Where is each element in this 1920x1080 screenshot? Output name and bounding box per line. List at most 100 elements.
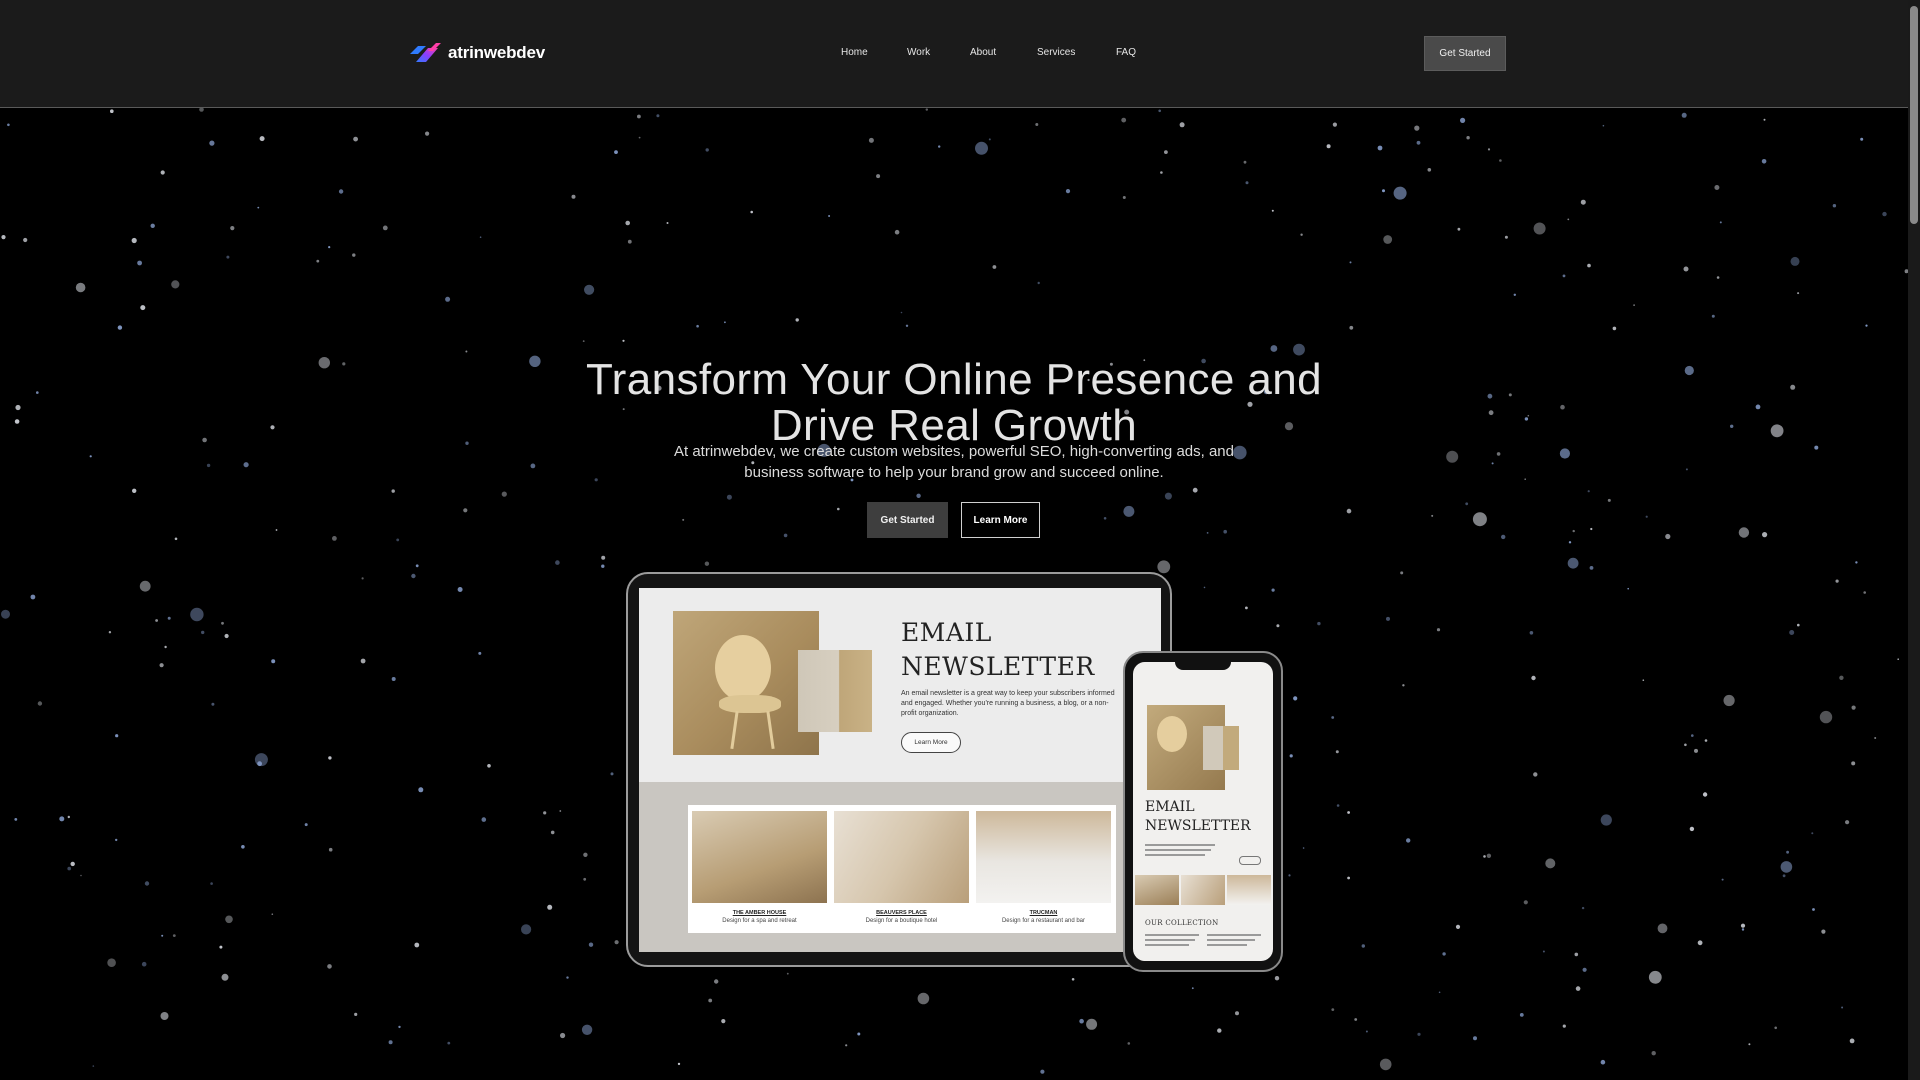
star-dot: [1121, 117, 1127, 123]
star-dot: [601, 564, 605, 568]
star-dot: [70, 861, 75, 867]
star-dot: [1235, 1011, 1239, 1016]
star-dot: [1697, 940, 1703, 946]
text-line: [1145, 849, 1211, 851]
star-dot: [1513, 293, 1517, 296]
star-dot: [1438, 991, 1441, 994]
card-description: Design for a restaurant and bar: [1001, 918, 1086, 924]
text-line: [1145, 844, 1215, 846]
star-dot: [1786, 850, 1789, 854]
star-dot: [1790, 256, 1800, 266]
star-dot: [67, 815, 71, 819]
star-dot: [876, 174, 881, 179]
header-get-started-button[interactable]: Get Started: [1424, 36, 1506, 71]
star-dot: [396, 538, 400, 542]
nav-about[interactable]: About: [970, 47, 996, 58]
star-dot: [714, 979, 719, 984]
nav-services[interactable]: Services: [1037, 47, 1075, 58]
star-dot: [92, 1065, 95, 1067]
star-dot: [1035, 123, 1039, 126]
star-dot: [1326, 144, 1331, 149]
star-dot: [1723, 694, 1735, 707]
star-dot: [211, 702, 215, 706]
star-dot: [1851, 705, 1856, 710]
star-dot: [1572, 529, 1575, 533]
phone-heading-line1: EMAIL: [1145, 799, 1195, 815]
star-dot: [447, 1041, 451, 1045]
card-title: BEAUVERS PLACE: [876, 910, 927, 916]
star-dot: [167, 616, 171, 620]
star-dot: [160, 170, 165, 175]
collection-card: TRUCMAN Design for a restaurant and bar: [976, 811, 1111, 924]
card-image: [834, 811, 969, 903]
star-dot: [398, 1025, 401, 1029]
star-dot: [601, 555, 606, 560]
card-description: Design for a spa and retreat: [722, 918, 797, 924]
newsletter-heading: EMAIL NEWSLETTER: [901, 616, 1094, 684]
star-dot: [750, 210, 753, 214]
star-dot: [1897, 658, 1899, 660]
star-dot: [1855, 561, 1858, 564]
star-dot: [845, 1044, 848, 1047]
star-dot: [161, 934, 164, 937]
star-dot: [721, 1019, 726, 1024]
star-dot: [304, 823, 308, 827]
star-dot: [1203, 586, 1206, 589]
star-dot: [1780, 861, 1793, 873]
star-dot: [80, 874, 82, 877]
card-image: [692, 811, 827, 903]
star-dot: [221, 973, 229, 981]
star-dot: [1223, 529, 1227, 534]
star-dot: [1704, 739, 1708, 742]
star-dot: [23, 237, 28, 243]
nav-work[interactable]: Work: [907, 47, 930, 58]
star-dot: [1721, 878, 1724, 881]
star-dot: [150, 223, 155, 228]
star-dot: [271, 659, 276, 664]
phone-chair-shape: [1157, 716, 1187, 752]
star-dot: [1832, 204, 1837, 208]
star-dot: [391, 489, 395, 493]
star-dot: [1882, 211, 1887, 217]
star-dot: [1123, 505, 1135, 517]
star-dot: [1839, 675, 1844, 680]
star-dot: [1865, 324, 1868, 327]
star-dot: [75, 282, 86, 293]
star-dot: [457, 587, 463, 592]
star-dot: [1587, 490, 1590, 493]
star-dot: [1382, 189, 1385, 193]
star-dot: [328, 847, 333, 852]
phone-button: [1239, 856, 1261, 865]
star-dot: [938, 145, 941, 148]
star-dot: [1602, 124, 1605, 127]
star-dot: [160, 1012, 169, 1020]
nav-faq[interactable]: FAQ: [1116, 47, 1136, 58]
star-dot: [1457, 227, 1461, 231]
star-dot: [550, 830, 555, 835]
star-dot: [1243, 160, 1247, 164]
star-dot: [1542, 950, 1545, 953]
star-dot: [1633, 304, 1635, 306]
star-dot: [1711, 314, 1715, 318]
star-dot: [225, 915, 233, 924]
star-dot: [1581, 906, 1585, 910]
star-dot: [917, 992, 930, 1005]
scrollbar-thumb[interactable]: [1910, 6, 1918, 224]
star-dot: [1347, 876, 1350, 880]
page-scrollbar[interactable]: [1908, 0, 1920, 1080]
nav-home[interactable]: Home: [841, 47, 868, 58]
star-dot: [174, 537, 178, 541]
phone-mockup: EMAIL NEWSLETTER OUR COLLECTION: [1123, 651, 1283, 972]
star-dot: [199, 108, 204, 112]
star-dot: [1383, 235, 1393, 244]
hero-learn-more-button[interactable]: Learn More: [961, 502, 1040, 538]
star-dot: [1274, 976, 1280, 981]
star-dot: [137, 260, 143, 266]
phone-interior-photo: [1203, 726, 1239, 770]
star-dot: [1600, 1059, 1606, 1065]
star-dot: [1317, 621, 1321, 626]
star-dot: [900, 311, 903, 314]
star-dot: [1466, 136, 1470, 140]
hero-get-started-button[interactable]: Get Started: [867, 502, 948, 538]
star-dot: [1164, 150, 1168, 154]
